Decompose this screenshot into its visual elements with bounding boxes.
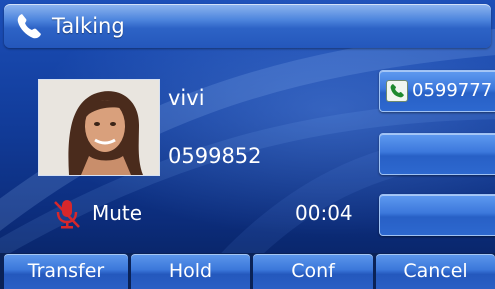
softkey-bar: Transfer Hold Conf Cancel: [0, 253, 495, 289]
handset-icon: [17, 14, 41, 39]
line-key-label: 0599777: [412, 80, 493, 101]
caller-photo-image: [39, 80, 159, 175]
page-title: Talking: [52, 14, 125, 38]
muted-microphone-icon: [54, 200, 80, 229]
phone-screen: Talking vivi 0599852 Mute 00:04 0599777: [0, 0, 495, 289]
cancel-button[interactable]: Cancel: [376, 254, 495, 289]
caller-photo: [38, 79, 160, 176]
hold-button[interactable]: Hold: [131, 254, 250, 289]
caller-name: vivi: [168, 86, 205, 110]
line-key-1[interactable]: 0599777: [379, 70, 495, 112]
title-bar: Talking: [4, 4, 491, 48]
caller-number: 0599852: [168, 144, 262, 168]
phone-icon: [386, 80, 408, 102]
line-key-3[interactable]: [379, 194, 495, 236]
transfer-button[interactable]: Transfer: [4, 254, 128, 289]
line-key-2[interactable]: [379, 133, 495, 175]
mute-label: Mute: [92, 201, 143, 225]
call-duration: 00:04: [295, 201, 353, 225]
conference-button[interactable]: Conf: [253, 254, 373, 289]
